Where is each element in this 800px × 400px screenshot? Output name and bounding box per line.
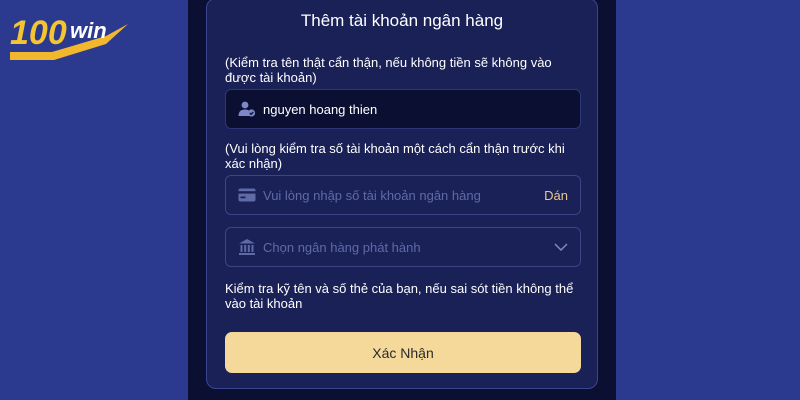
chevron-down-icon[interactable]	[554, 243, 568, 251]
verification-note-text: Kiểm tra kỹ tên và số thẻ của bạn, nếu s…	[225, 281, 574, 311]
brand-logo: 100 win	[8, 8, 130, 64]
account-number-field[interactable]: Vui lòng nhập số tài khoản ngân hàng Dán	[225, 175, 581, 215]
logo-graphic: 100 win	[10, 14, 128, 60]
issuing-bank-placeholder: Chọn ngân hàng phát hành	[263, 239, 421, 255]
account-number-warning-text: (Vui lòng kiểm tra số tài khoản một cách…	[225, 141, 565, 171]
account-holder-name-value: nguyen hoang thien	[263, 101, 378, 117]
paste-button[interactable]: Dán	[544, 188, 568, 203]
account-holder-name-field[interactable]: nguyen hoang thien	[225, 89, 581, 129]
add-bank-account-card: Thêm tài khoản ngân hàng (Kiểm tra tên t…	[206, 0, 598, 389]
card-title: Thêm tài khoản ngân hàng	[300, 11, 504, 30]
logo-word: win	[70, 18, 107, 43]
logo-number: 100	[10, 14, 67, 52]
name-warning-text: (Kiểm tra tên thật cẩn thận, nếu không t…	[225, 55, 552, 85]
confirm-button[interactable]: Xác Nhận	[225, 332, 581, 373]
card-icon	[237, 185, 257, 205]
bank-icon	[237, 237, 257, 257]
user-check-icon	[237, 99, 257, 119]
account-number-placeholder: Vui lòng nhập số tài khoản ngân hàng	[263, 187, 481, 203]
issuing-bank-select[interactable]: Chọn ngân hàng phát hành	[225, 227, 581, 267]
